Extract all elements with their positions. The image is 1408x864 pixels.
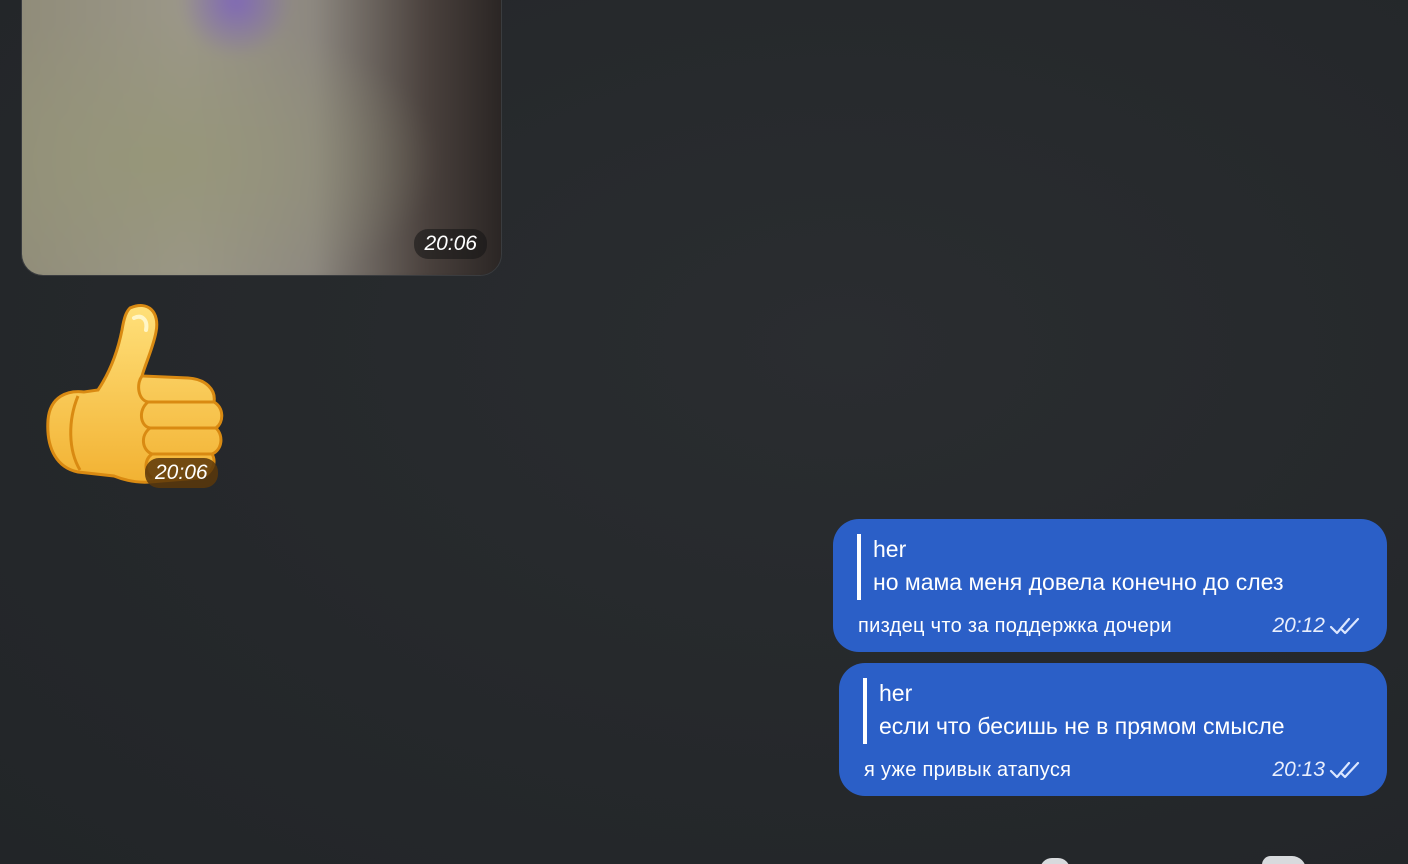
photo-message-time: 20:06 [414, 229, 487, 259]
chat-history: 20:06 20:06 her но мама меня довела коне… [0, 0, 1408, 864]
double-check-icon [1329, 760, 1361, 780]
reply-text: но мама меня довела конечно до слез [873, 569, 1284, 595]
outgoing-message[interactable]: her если что бесишь не в прямом смысле я… [839, 663, 1387, 796]
message-text: пиздец что за поддержка дочери [858, 615, 1172, 637]
message-time: 20:12 [1272, 614, 1325, 637]
reply-text: если что бесишь не в прямом смысле [879, 713, 1285, 739]
reply-author: her [873, 536, 907, 562]
message-meta: 20:13 [1272, 758, 1361, 782]
message-text: я уже привык атапуся [864, 759, 1072, 781]
double-check-icon [1329, 616, 1361, 636]
photo-message[interactable]: 20:06 [21, 0, 502, 276]
reply-quote[interactable]: her если что бесишь не в прямом смысле [863, 678, 1285, 744]
message-meta: 20:12 [1272, 614, 1361, 638]
partial-icon [1040, 858, 1070, 864]
reply-quote[interactable]: her но мама меня довела конечно до слез [857, 534, 1284, 600]
partial-icon [1262, 856, 1306, 864]
reply-author: her [879, 680, 913, 706]
sticker-message-time: 20:06 [145, 458, 218, 488]
outgoing-message[interactable]: her но мама меня довела конечно до слез … [833, 519, 1387, 652]
message-time: 20:13 [1272, 758, 1325, 781]
